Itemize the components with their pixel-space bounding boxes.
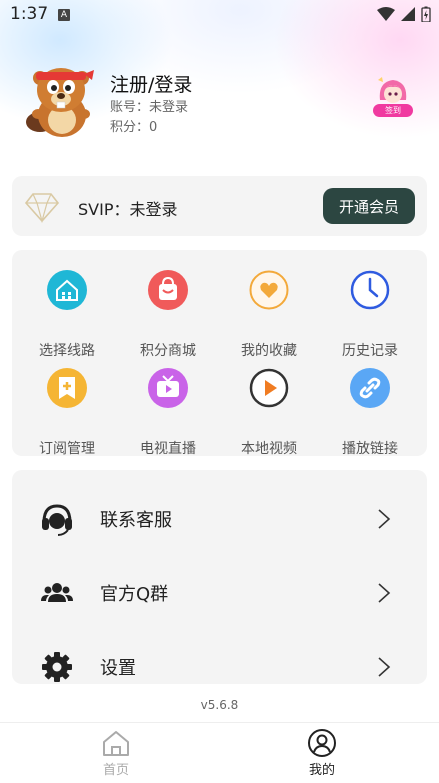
battery-charging-icon (421, 6, 431, 22)
list-label: 设置 (100, 658, 136, 679)
list-label: 官方Q群 (100, 584, 169, 605)
grid-label: 本地视频 (241, 441, 297, 457)
bottom-nav: 首页 我的 (0, 722, 439, 783)
grid-label: 订阅管理 (39, 441, 95, 457)
clock-icon (350, 270, 390, 310)
chevron-right-icon (378, 509, 391, 529)
nav-label: 我的 (308, 763, 335, 778)
grid-item-local-video[interactable]: 本地视频 (219, 368, 319, 458)
signal-icon (401, 7, 415, 21)
grid-label: 积分商城 (140, 343, 196, 359)
beaver-mascot-avatar[interactable] (22, 60, 97, 140)
system-icons (377, 6, 431, 22)
status-time: 1:37 (10, 4, 49, 24)
svip-card: SVIP：未登录 开通会员 (12, 176, 427, 236)
grid-label: 我的收藏 (241, 343, 297, 359)
grid-item-subscriptions[interactable]: 订阅管理 (17, 368, 117, 458)
grid-label: 历史记录 (342, 343, 398, 359)
heart-icon (249, 270, 289, 310)
account-text: 账号：未登录 (110, 100, 189, 115)
nav-mine[interactable]: 我的 (282, 727, 362, 778)
tv-icon (148, 368, 188, 408)
link-icon (350, 368, 390, 408)
grid-label: 选择线路 (39, 343, 95, 359)
diamond-icon (24, 193, 60, 224)
grid-item-play-link[interactable]: 播放链接 (320, 368, 420, 458)
app-version: v5.6.8 (200, 698, 239, 712)
list-item-settings[interactable]: 设置 (12, 634, 427, 684)
svip-status: SVIP：未登录 (78, 200, 178, 219)
grid-item-points-mall[interactable]: 积分商城 (118, 270, 218, 360)
wifi-icon (377, 7, 395, 21)
grid-item-favorites[interactable]: 我的收藏 (219, 270, 319, 360)
sign-in-badge[interactable]: 签到 (370, 74, 416, 120)
status-bar: 1:37 A (0, 0, 439, 30)
user-icon (308, 729, 336, 757)
list-label: 联系客服 (100, 510, 172, 531)
list-item-customer-service[interactable]: 联系客服 (12, 486, 427, 546)
profile-header[interactable]: 注册/登录 账号：未登录 积分：0 签到 (22, 60, 422, 150)
headset-icon (42, 504, 72, 536)
open-vip-button[interactable]: 开通会员 (323, 188, 415, 224)
play-circle-icon (249, 368, 289, 408)
notification-icon: A (58, 9, 70, 21)
grid-label: 播放链接 (342, 441, 398, 457)
chevron-right-icon (378, 583, 391, 603)
gear-icon (42, 652, 72, 682)
list-item-qq-group[interactable]: 官方Q群 (12, 560, 427, 620)
home-icon (103, 731, 129, 756)
grid-label: 电视直播 (140, 441, 196, 457)
sign-in-label: 签到 (385, 106, 401, 115)
nav-home[interactable]: 首页 (76, 727, 156, 778)
bookmark-plus-icon (47, 368, 87, 408)
route-select-icon (47, 270, 87, 310)
points-text: 积分：0 (110, 120, 158, 135)
settings-list: 联系客服 官方Q群 设置 (12, 470, 427, 684)
grid-item-route[interactable]: 选择线路 (17, 270, 117, 360)
grid-item-live-tv[interactable]: 电视直播 (118, 368, 218, 458)
shopping-bag-icon (148, 270, 188, 310)
nav-label: 首页 (102, 763, 129, 778)
feature-grid: 选择线路 积分商城 我的收藏 历史记录 订阅管理 电视直播 本地视频 播放链接 (12, 250, 427, 458)
group-icon (41, 583, 73, 602)
grid-item-history[interactable]: 历史记录 (320, 270, 420, 360)
login-register-link[interactable]: 注册/登录 (110, 70, 192, 97)
chevron-right-icon (378, 657, 391, 677)
